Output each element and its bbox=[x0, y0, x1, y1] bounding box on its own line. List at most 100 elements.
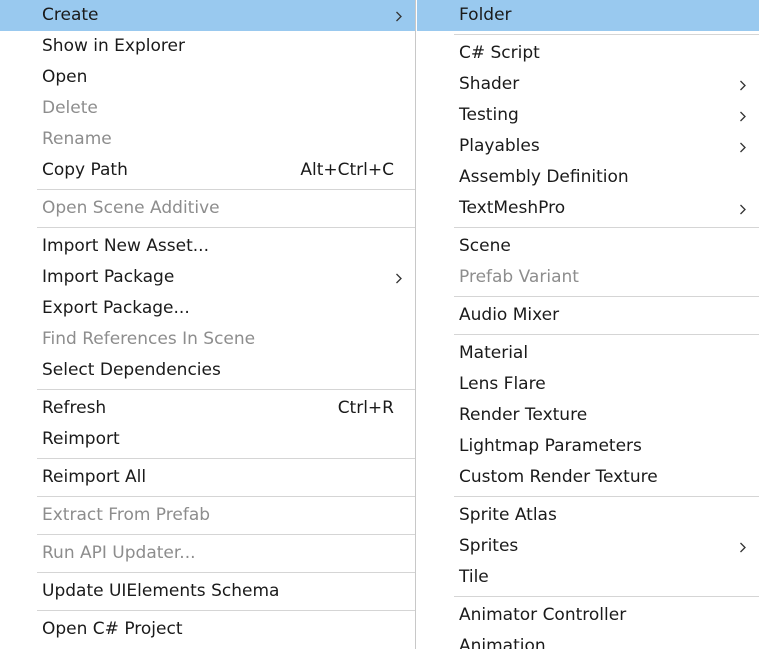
menu-item-import-package[interactable]: Import Package bbox=[0, 262, 415, 293]
menu-item-shortcut: Alt+Ctrl+C bbox=[300, 160, 394, 180]
menu-item-update-uielements-schema[interactable]: Update UIElements Schema bbox=[0, 576, 415, 607]
menu-separator bbox=[37, 534, 415, 535]
menu-item-label: Folder bbox=[459, 5, 512, 25]
menu-item-label: Find References In Scene bbox=[42, 329, 256, 349]
chevron-right-icon bbox=[738, 69, 748, 100]
chevron-right-icon bbox=[738, 100, 748, 131]
menu-item-playables[interactable]: Playables bbox=[417, 131, 759, 162]
menu-separator bbox=[37, 227, 415, 228]
menu-item-label: Shader bbox=[459, 74, 520, 94]
menu-item-material[interactable]: Material bbox=[417, 338, 759, 369]
menu-item-label: Import Package bbox=[42, 267, 175, 287]
menu-item-lens-flare[interactable]: Lens Flare bbox=[417, 369, 759, 400]
menu-item-label: Open C# Project bbox=[42, 619, 183, 639]
menu-item-label: Tile bbox=[459, 567, 489, 587]
menu-item-label: Assembly Definition bbox=[459, 167, 629, 187]
menu-item-label: Material bbox=[459, 343, 529, 363]
menu-separator bbox=[37, 610, 415, 611]
menu-item-refresh[interactable]: Refresh Ctrl+R bbox=[0, 393, 415, 424]
create-submenu: Folder C# Script Shader Testing Playables Ass… bbox=[417, 0, 759, 649]
menu-item-label: Lightmap Parameters bbox=[459, 436, 642, 456]
menu-item-label: Testing bbox=[459, 105, 519, 125]
menu-item-label: Sprites bbox=[459, 536, 519, 556]
menu-item-label: Extract From Prefab bbox=[42, 505, 211, 525]
menu-item-label: Create bbox=[42, 5, 99, 25]
menu-item-label: Export Package... bbox=[42, 298, 190, 318]
context-menu: Create Show in Explorer Open Delete Rename Co… bbox=[0, 0, 416, 649]
chevron-right-icon bbox=[738, 531, 748, 562]
menu-item-tile[interactable]: Tile bbox=[417, 562, 759, 593]
menu-item-custom-render-texture[interactable]: Custom Render Texture bbox=[417, 462, 759, 493]
menu-item-textmeshpro[interactable]: TextMeshPro bbox=[417, 193, 759, 224]
menu-item-csharp-script[interactable]: C# Script bbox=[417, 38, 759, 69]
menu-item-label: Show in Explorer bbox=[42, 36, 185, 56]
menu-item-label: Animator Controller bbox=[459, 605, 627, 625]
menu-item-rename: Rename bbox=[0, 124, 415, 155]
menu-item-open-csharp-project[interactable]: Open C# Project bbox=[0, 614, 415, 645]
menu-item-import-new-asset[interactable]: Import New Asset... bbox=[0, 231, 415, 262]
menu-item-export-package[interactable]: Export Package... bbox=[0, 293, 415, 324]
menu-item-show-in-explorer[interactable]: Show in Explorer bbox=[0, 31, 415, 62]
menu-separator bbox=[454, 496, 759, 497]
menu-item-label: TextMeshPro bbox=[459, 198, 566, 218]
menu-item-audio-mixer[interactable]: Audio Mixer bbox=[417, 300, 759, 331]
menu-item-select-dependencies[interactable]: Select Dependencies bbox=[0, 355, 415, 386]
menu-item-label: Scene bbox=[459, 236, 511, 256]
menu-item-find-references-in-scene: Find References In Scene bbox=[0, 324, 415, 355]
menu-item-label: Audio Mixer bbox=[459, 305, 560, 325]
menu-item-folder[interactable]: Folder bbox=[417, 0, 759, 31]
menu-separator bbox=[454, 34, 759, 35]
menu-item-shortcut: Ctrl+R bbox=[337, 398, 394, 418]
menu-separator bbox=[454, 596, 759, 597]
menu-item-label: Animation bbox=[459, 636, 546, 649]
menu-item-label: Custom Render Texture bbox=[459, 467, 658, 487]
menu-item-sprite-atlas[interactable]: Sprite Atlas bbox=[417, 500, 759, 531]
menu-item-reimport[interactable]: Reimport bbox=[0, 424, 415, 455]
menu-item-open-scene-additive: Open Scene Additive bbox=[0, 193, 415, 224]
menu-item-label: Copy Path bbox=[42, 160, 128, 180]
menu-item-run-api-updater: Run API Updater... bbox=[0, 538, 415, 569]
menu-item-sprites[interactable]: Sprites bbox=[417, 531, 759, 562]
menu-item-lightmap-parameters[interactable]: Lightmap Parameters bbox=[417, 431, 759, 462]
menu-item-label: Prefab Variant bbox=[459, 267, 579, 287]
menu-item-label: Sprite Atlas bbox=[459, 505, 557, 525]
menu-item-label: Reimport All bbox=[42, 467, 147, 487]
menu-item-delete: Delete bbox=[0, 93, 415, 124]
menu-item-assembly-definition[interactable]: Assembly Definition bbox=[417, 162, 759, 193]
menu-item-label: Import New Asset... bbox=[42, 236, 209, 256]
menu-separator bbox=[37, 572, 415, 573]
menu-separator bbox=[37, 189, 415, 190]
menu-item-label: Run API Updater... bbox=[42, 543, 196, 563]
chevron-right-icon bbox=[394, 0, 404, 31]
menu-item-label: Open Scene Additive bbox=[42, 198, 220, 218]
chevron-right-icon bbox=[738, 193, 748, 224]
menu-item-label: Rename bbox=[42, 129, 112, 149]
menu-item-render-texture[interactable]: Render Texture bbox=[417, 400, 759, 431]
menu-item-create[interactable]: Create bbox=[0, 0, 415, 31]
menu-item-label: Delete bbox=[42, 98, 98, 118]
menu-item-shader[interactable]: Shader bbox=[417, 69, 759, 100]
menu-separator bbox=[37, 389, 415, 390]
menu-separator bbox=[37, 458, 415, 459]
menu-item-label: Reimport bbox=[42, 429, 120, 449]
menu-separator bbox=[454, 334, 759, 335]
menu-item-extract-from-prefab: Extract From Prefab bbox=[0, 500, 415, 531]
menu-separator bbox=[454, 227, 759, 228]
menu-item-label: Render Texture bbox=[459, 405, 588, 425]
menu-item-label: Playables bbox=[459, 136, 540, 156]
menu-item-label: Lens Flare bbox=[459, 374, 546, 394]
menu-item-animation[interactable]: Animation bbox=[417, 631, 759, 649]
menu-item-label: Refresh bbox=[42, 398, 107, 418]
menu-item-prefab-variant: Prefab Variant bbox=[417, 262, 759, 293]
menu-separator bbox=[454, 296, 759, 297]
menu-item-reimport-all[interactable]: Reimport All bbox=[0, 462, 415, 493]
menu-item-open[interactable]: Open bbox=[0, 62, 415, 93]
menu-item-testing[interactable]: Testing bbox=[417, 100, 759, 131]
menu-item-label: Select Dependencies bbox=[42, 360, 221, 380]
menu-item-scene[interactable]: Scene bbox=[417, 231, 759, 262]
menu-item-label: Update UIElements Schema bbox=[42, 581, 280, 601]
menu-item-copy-path[interactable]: Copy Path Alt+Ctrl+C bbox=[0, 155, 415, 186]
menu-separator bbox=[37, 496, 415, 497]
menu-item-animator-controller[interactable]: Animator Controller bbox=[417, 600, 759, 631]
menu-item-label: C# Script bbox=[459, 43, 540, 63]
